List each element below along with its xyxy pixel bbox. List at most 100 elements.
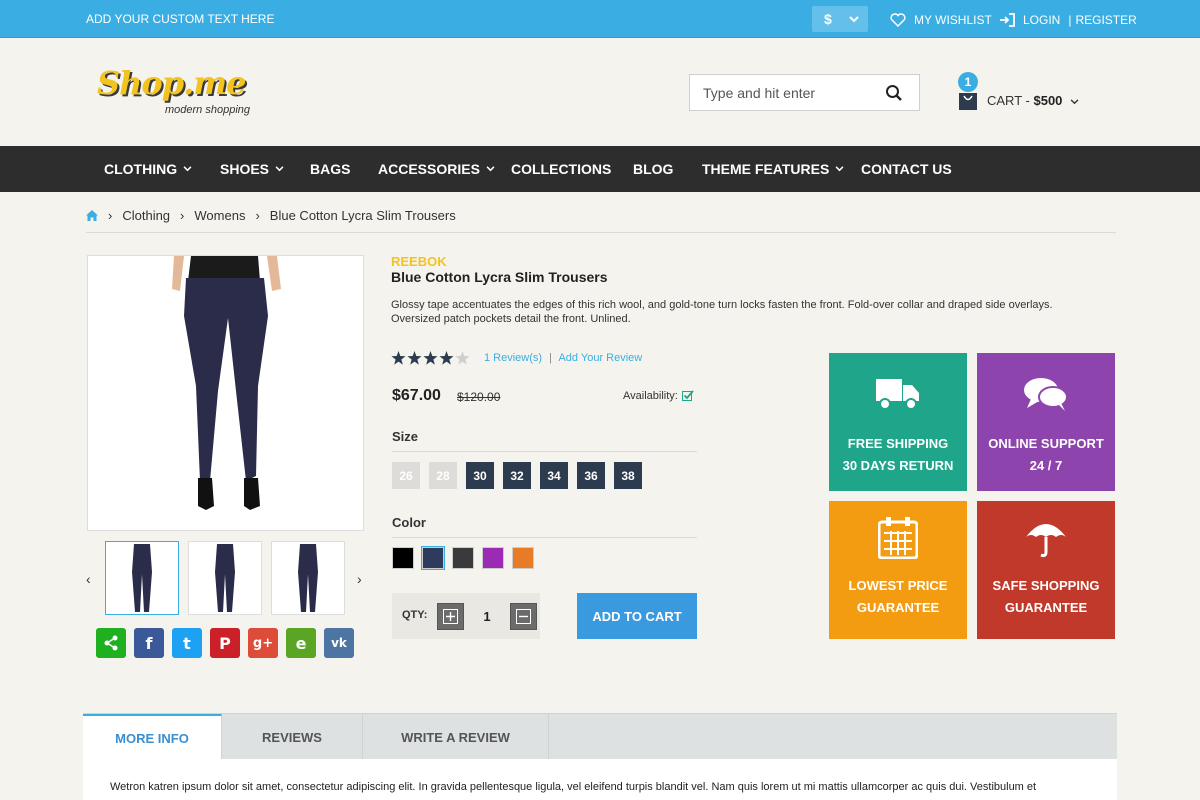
currency-selector[interactable]: $ [812,6,868,32]
feature-tile-support[interactable]: ONLINE SUPPORT 24 / 7 [977,353,1115,491]
login-icon [1000,13,1015,27]
account-links: LOGIN | REGISTER [999,13,1137,27]
size-divider [392,451,697,452]
add-to-cart-button[interactable]: ADD TO CART [577,593,697,639]
color-swatch-orange[interactable] [512,547,534,569]
nav-item-contact-us[interactable]: CONTACT US [861,161,952,177]
color-swatch-charcoal[interactable] [452,547,474,569]
product-old-price: $120.00 [457,390,501,404]
feature-line: LOWEST PRICE [848,578,948,593]
chevron-down-icon [486,166,495,172]
reviews-count-link[interactable]: 1 Review(s) [484,352,542,364]
color-swatch-black[interactable] [392,547,414,569]
feature-line: FREE SHIPPING [847,436,949,451]
twitter-icon[interactable]: t [172,628,202,658]
register-link[interactable]: REGISTER [1075,13,1136,27]
thumbnail-carousel: ‹ › [84,541,370,615]
nav-item-blog[interactable]: BLOG [633,161,673,177]
thumbnail[interactable] [188,541,262,615]
qty-label: QTY: [402,609,428,621]
logo[interactable]: Shop.me modern shopping [97,64,250,116]
color-swatch-navy[interactable] [421,546,445,570]
heart-icon [890,13,906,27]
tab-reviews[interactable]: REVIEWS [222,714,363,760]
size-option[interactable]: 32 [503,462,531,489]
nav-item-collections[interactable]: COLLECTIONS [511,161,611,177]
nav-label: BAGS [310,161,351,177]
feature-tile-price[interactable]: LOWEST PRICE GUARANTEE [829,501,967,639]
chevron-left-icon[interactable]: ‹ [86,571,91,587]
tab-more-info[interactable]: MORE INFO [83,714,222,760]
qty-decrease-button[interactable] [510,603,537,630]
product-brand[interactable]: REEBOK [391,254,447,269]
breadcrumb-item-clothing[interactable]: Clothing [122,208,170,223]
nav-label: THEME FEATURES [702,161,830,177]
account-divider: | [1068,13,1072,27]
chevron-down-icon [849,15,859,22]
home-icon[interactable] [86,210,98,221]
star-filled-icon [407,351,422,365]
search-box [689,74,920,111]
vk-icon[interactable]: vk [324,628,354,658]
chevron-right-icon[interactable]: › [357,571,362,587]
product-price: $67.00 [392,387,441,404]
search-icon[interactable] [885,84,903,102]
nav-item-clothing[interactable]: CLOTHING [104,161,192,177]
currency-value: $ [824,11,832,27]
tab-write-review[interactable]: WRITE A REVIEW [363,714,549,760]
breadcrumb-separator: › [255,208,260,223]
color-swatch-purple[interactable] [482,547,504,569]
calendar-icon [878,517,918,559]
feature-line: ONLINE SUPPORT [988,436,1104,451]
qty-input[interactable]: 1 [464,603,510,630]
nav-item-theme-features[interactable]: THEME FEATURES [702,161,844,177]
product-title: Blue Cotton Lycra Slim Trousers [391,269,608,285]
share-icon[interactable] [96,628,126,658]
login-link[interactable]: LOGIN [1023,13,1060,27]
cart-count-badge: 1 [958,72,978,92]
size-option[interactable]: 36 [577,462,605,489]
qty-increase-button[interactable] [437,603,464,630]
search-input[interactable] [690,75,880,110]
size-option[interactable]: 34 [540,462,568,489]
logo-tagline: modern shopping [165,104,251,116]
feature-tile-safe-shopping[interactable]: SAFE SHOPPING GUARANTEE [977,501,1115,639]
quantity-stepper: QTY: 1 [392,593,540,639]
breadcrumb: › Clothing › Womens › Blue Cotton Lycra … [86,208,456,223]
thumbnail-photo [298,544,318,612]
size-label: Size [392,429,419,444]
feature-tile-shipping[interactable]: FREE SHIPPING 30 DAYS RETURN [829,353,967,491]
logo-brand: Shop.me [97,64,246,102]
color-divider [392,537,697,538]
product-description: Glossy tape accentuates the edges of thi… [391,299,1053,325]
star-filled-icon [439,351,454,365]
feature-line: GUARANTEE [1004,600,1088,615]
custom-text: ADD YOUR CUSTOM TEXT HERE [86,12,275,26]
nav-item-accessories[interactable]: ACCESSORIES [378,161,495,177]
size-option[interactable]: 30 [466,462,494,489]
add-review-link[interactable]: Add Your Review [558,352,642,364]
evernote-icon[interactable]: e [286,628,316,658]
thumbnail[interactable] [105,541,179,615]
star-filled-icon [391,351,406,365]
size-option[interactable]: 28 [429,462,457,489]
thumbnail-photo [215,544,235,612]
size-option[interactable]: 38 [614,462,642,489]
nav-label: SHOES [220,161,270,177]
breadcrumb-item-womens[interactable]: Womens [194,208,245,223]
pinterest-icon[interactable]: P [210,628,240,658]
cart-total: $500 [1033,93,1063,108]
nav-item-bags[interactable]: BAGS [310,161,350,177]
thumbnail[interactable] [271,541,345,615]
google-plus-icon[interactable]: g+ [248,628,278,658]
product-main-image[interactable] [87,255,364,531]
wishlist-label: MY WISHLIST [914,13,992,27]
star-filled-icon [423,351,438,365]
shopping-bag-icon [959,93,977,110]
wishlist-link[interactable]: MY WISHLIST [890,13,992,27]
nav-item-shoes[interactable]: SHOES [220,161,284,177]
chat-icon [1024,378,1068,411]
size-option[interactable]: 26 [392,462,420,489]
review-separator: | [549,352,552,364]
facebook-icon[interactable]: f [134,628,164,658]
